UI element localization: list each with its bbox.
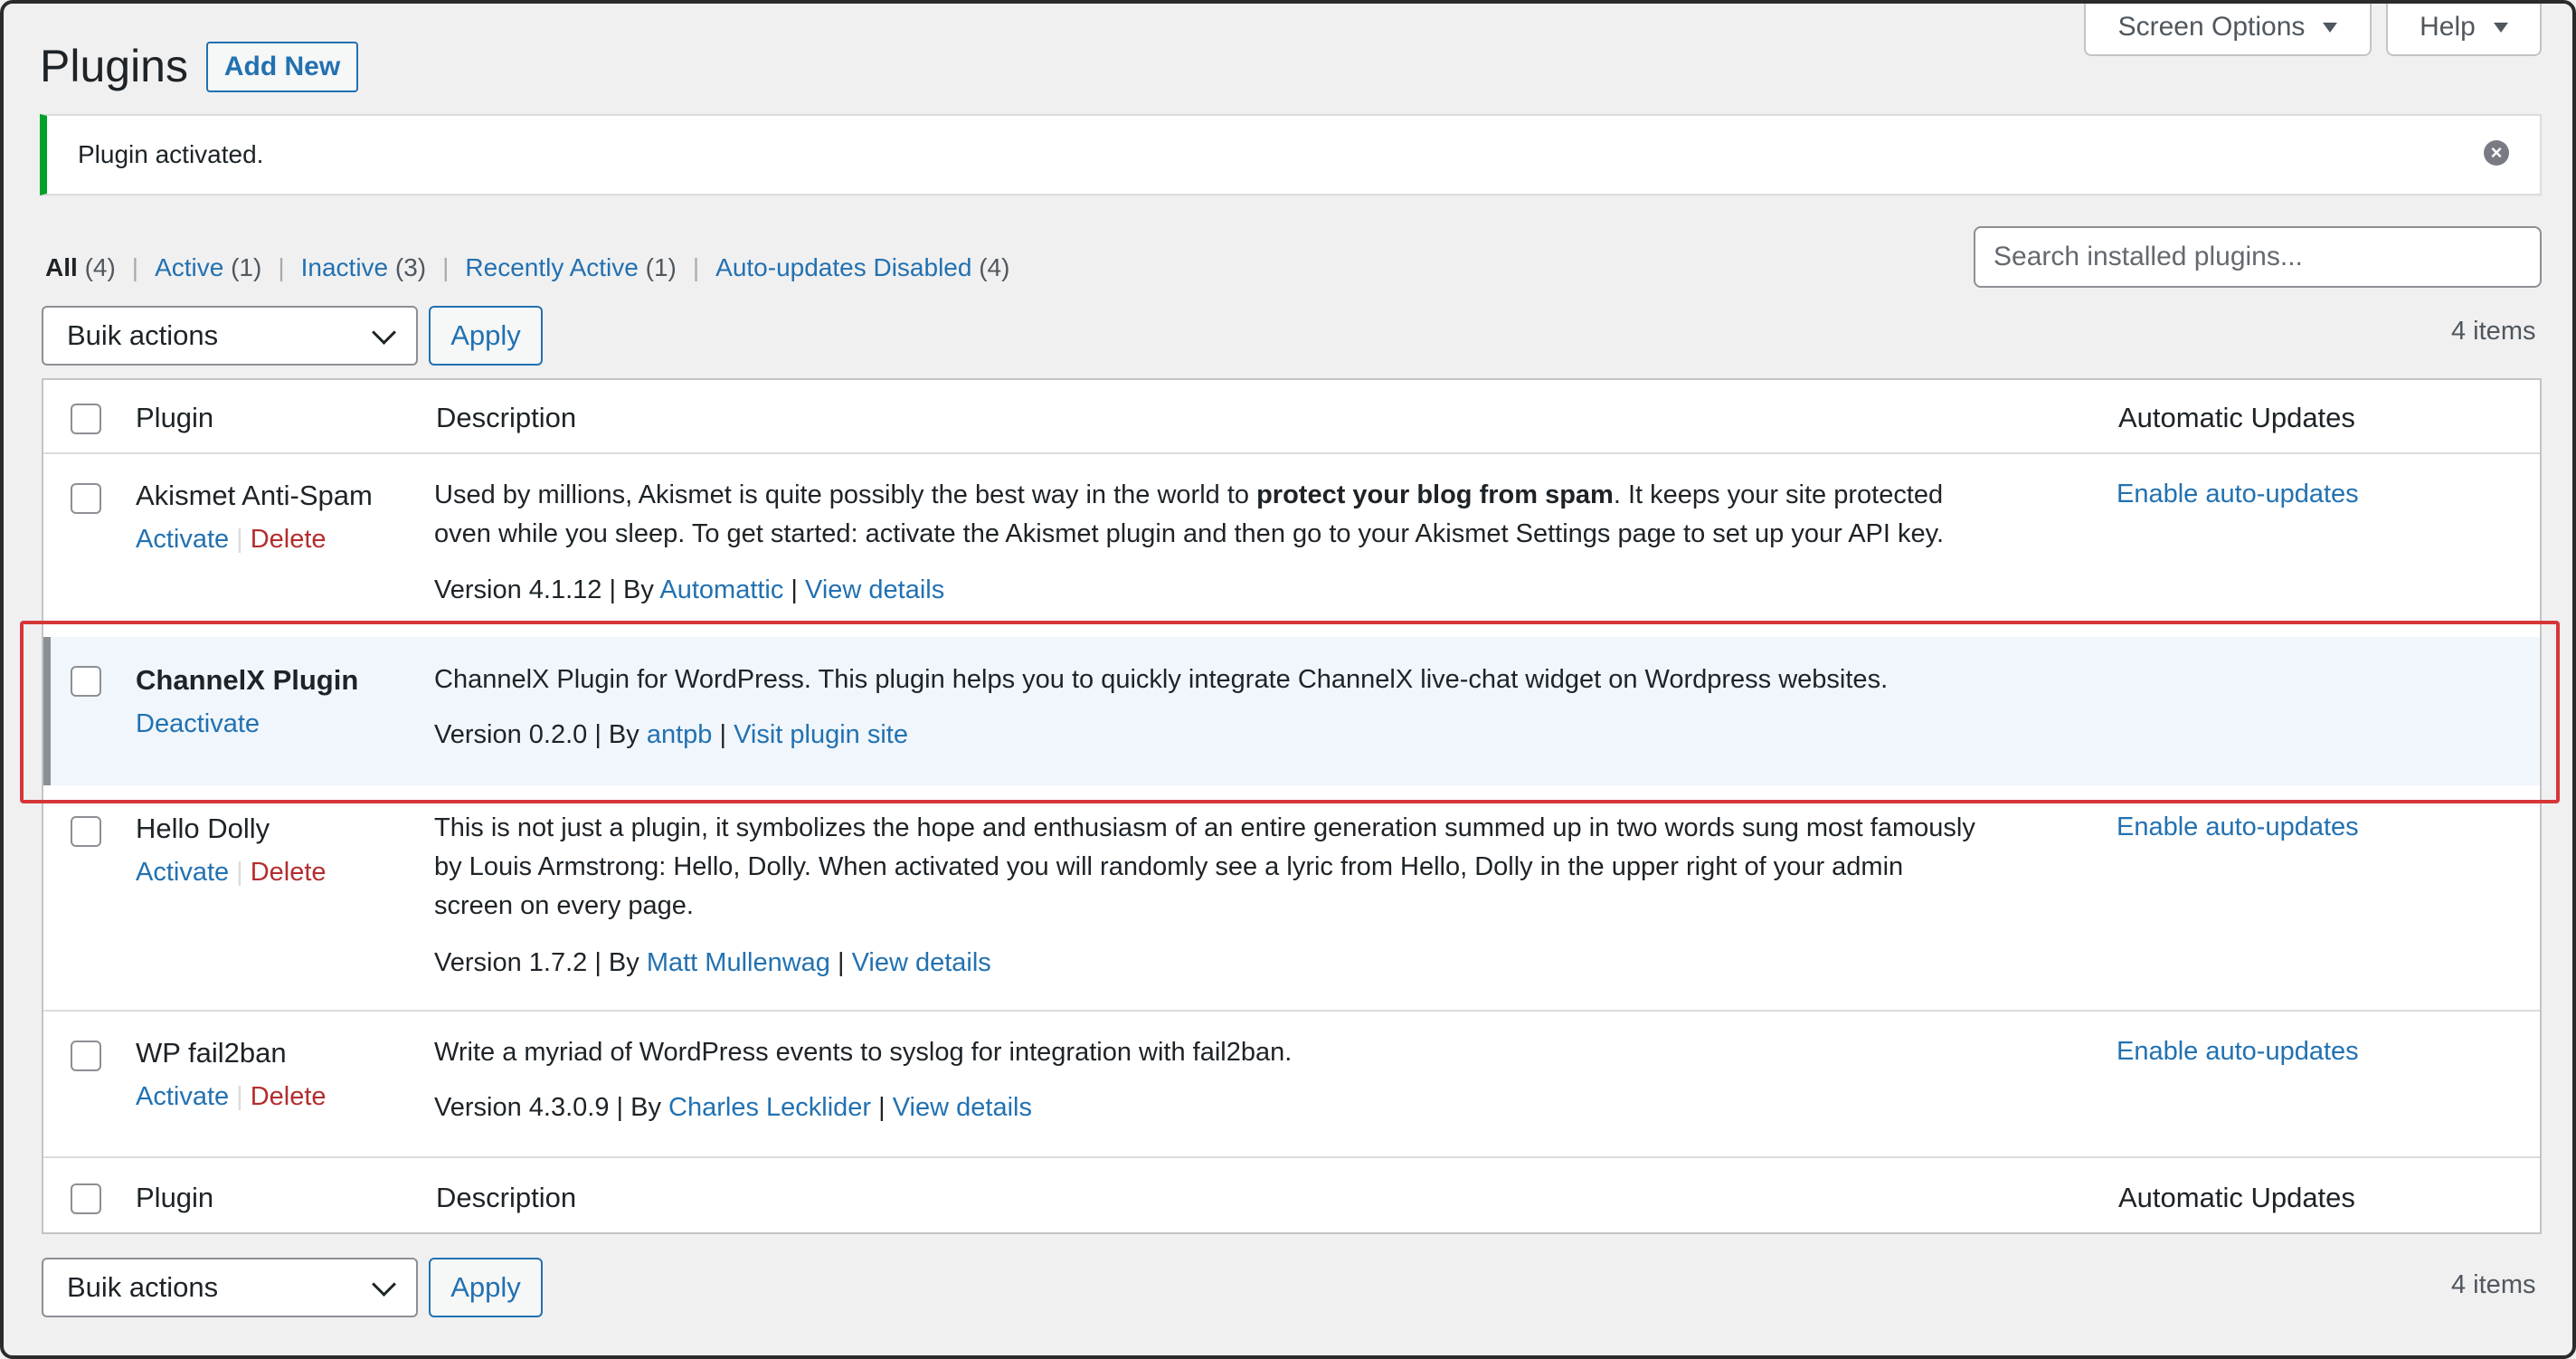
plugin-description: This is not just a plugin, it symbolizes…: [434, 813, 1975, 920]
plugin-meta: Version 1.7.2 | By Matt Mullenwag | View…: [434, 948, 991, 977]
plugin-meta: Version 4.3.0.9 | By Charles Lecklider |…: [434, 1093, 1032, 1122]
delete-link[interactable]: Delete: [251, 858, 327, 888]
author-link[interactable]: Automattic: [659, 575, 783, 604]
bulk-actions-select[interactable]: Buik actions: [42, 306, 418, 366]
dismiss-icon[interactable]: ×: [2484, 140, 2509, 166]
author-link[interactable]: antpb: [647, 720, 713, 749]
triangle-down-icon: [2323, 22, 2338, 33]
plugin-name: WP fail2ban: [136, 1037, 287, 1069]
plugin-name: ChannelX Plugin: [136, 664, 359, 696]
filter-separator: |: [442, 253, 450, 281]
row-checkbox[interactable]: [71, 483, 101, 514]
delete-link[interactable]: Delete: [251, 525, 327, 555]
row-actions: Deactivate: [136, 709, 260, 739]
filter-recently-active[interactable]: Recently Active (1): [465, 253, 676, 282]
screen-options-button[interactable]: Screen Options: [2084, 0, 2372, 56]
screen-options-label: Screen Options: [2117, 12, 2306, 42]
help-button[interactable]: Help: [2386, 0, 2542, 56]
select-all-checkbox[interactable]: [71, 404, 101, 434]
apply-button[interactable]: Apply: [429, 306, 543, 366]
filter-separator: |: [692, 253, 700, 281]
triangle-down-icon: [2493, 22, 2508, 33]
view-details-link[interactable]: View details: [852, 948, 991, 977]
column-plugin-footer[interactable]: Plugin: [136, 1182, 213, 1214]
enable-auto-updates-link[interactable]: Enable auto-updates: [2117, 480, 2359, 509]
author-link[interactable]: Charles Lecklider: [668, 1093, 871, 1122]
column-automatic-updates-footer: Automatic Updates: [2118, 1182, 2355, 1213]
add-new-button[interactable]: Add New: [206, 42, 358, 92]
delete-link[interactable]: Delete: [251, 1082, 327, 1112]
chevron-down-icon: [372, 1271, 396, 1297]
status-filters: All (4) | Active (1) | Inactive (3) | Re…: [45, 250, 1009, 286]
row-actions: Activate | Delete: [136, 858, 327, 888]
plugin-name: Akismet Anti-Spam: [136, 480, 373, 511]
plugin-activated-notice: Plugin activated.: [40, 114, 2542, 195]
view-details-link[interactable]: View details: [805, 575, 944, 604]
row-actions: Activate | Delete: [136, 525, 327, 555]
filter-separator: |: [131, 253, 139, 281]
bulk-actions-value: Buik actions: [67, 1271, 219, 1303]
page-title: Plugins: [40, 41, 188, 91]
divider: [43, 1010, 2540, 1012]
column-plugin[interactable]: Plugin: [136, 402, 213, 434]
plugin-meta: Version 0.2.0 | By antpb | Visit plugin …: [434, 720, 908, 749]
column-description-footer: Description: [436, 1182, 577, 1213]
highlight-box: [20, 621, 2560, 803]
column-automatic-updates: Automatic Updates: [2118, 402, 2355, 433]
visit-plugin-site-link[interactable]: Visit plugin site: [734, 720, 908, 749]
plugin-name: Hello Dolly: [136, 813, 270, 844]
filter-all[interactable]: All (4): [45, 253, 116, 282]
apply-button-bottom[interactable]: Apply: [429, 1258, 543, 1317]
row-checkbox[interactable]: [71, 666, 101, 697]
help-label: Help: [2420, 12, 2476, 42]
view-details-link[interactable]: View details: [893, 1093, 1032, 1122]
filter-active[interactable]: Active (1): [155, 253, 261, 282]
row-checkbox[interactable]: [71, 816, 101, 847]
divider: [43, 1156, 2540, 1158]
activate-link[interactable]: Activate: [136, 1082, 229, 1112]
notice-text: Plugin activated.: [78, 140, 264, 168]
search-placeholder: Search installed plugins...: [1994, 242, 2303, 271]
plugin-meta: Version 4.1.12 | By Automattic | View de…: [434, 575, 945, 604]
activate-link[interactable]: Activate: [136, 858, 229, 888]
bulk-actions-select-bottom[interactable]: Buik actions: [42, 1258, 418, 1317]
divider: [43, 452, 2540, 454]
author-link[interactable]: Matt Mullenwag: [647, 948, 830, 977]
filter-inactive[interactable]: Inactive (3): [301, 253, 427, 282]
items-count: 4 items: [2451, 317, 2536, 346]
row-checkbox[interactable]: [71, 1041, 101, 1071]
column-description: Description: [436, 402, 577, 433]
row-actions: Activate | Delete: [136, 1082, 327, 1112]
filter-separator: |: [278, 253, 285, 281]
plugin-description: Write a myriad of WordPress events to sy…: [434, 1038, 1293, 1067]
activate-link[interactable]: Activate: [136, 525, 229, 555]
bulk-actions-value: Buik actions: [67, 319, 219, 351]
items-count-bottom: 4 items: [2451, 1270, 2536, 1299]
search-plugins-input[interactable]: Search installed plugins...: [1974, 226, 2542, 288]
chevron-down-icon: [372, 319, 396, 345]
plugin-description: ChannelX Plugin for WordPress. This plug…: [434, 665, 1889, 694]
enable-auto-updates-link[interactable]: Enable auto-updates: [2117, 813, 2359, 842]
plugin-description: Used by millions, Akismet is quite possi…: [434, 480, 1945, 548]
deactivate-link[interactable]: Deactivate: [136, 709, 260, 739]
enable-auto-updates-link[interactable]: Enable auto-updates: [2117, 1037, 2359, 1067]
select-all-checkbox-footer[interactable]: [71, 1183, 101, 1214]
filter-auto-updates-disabled[interactable]: Auto-updates Disabled (4): [715, 253, 1009, 282]
